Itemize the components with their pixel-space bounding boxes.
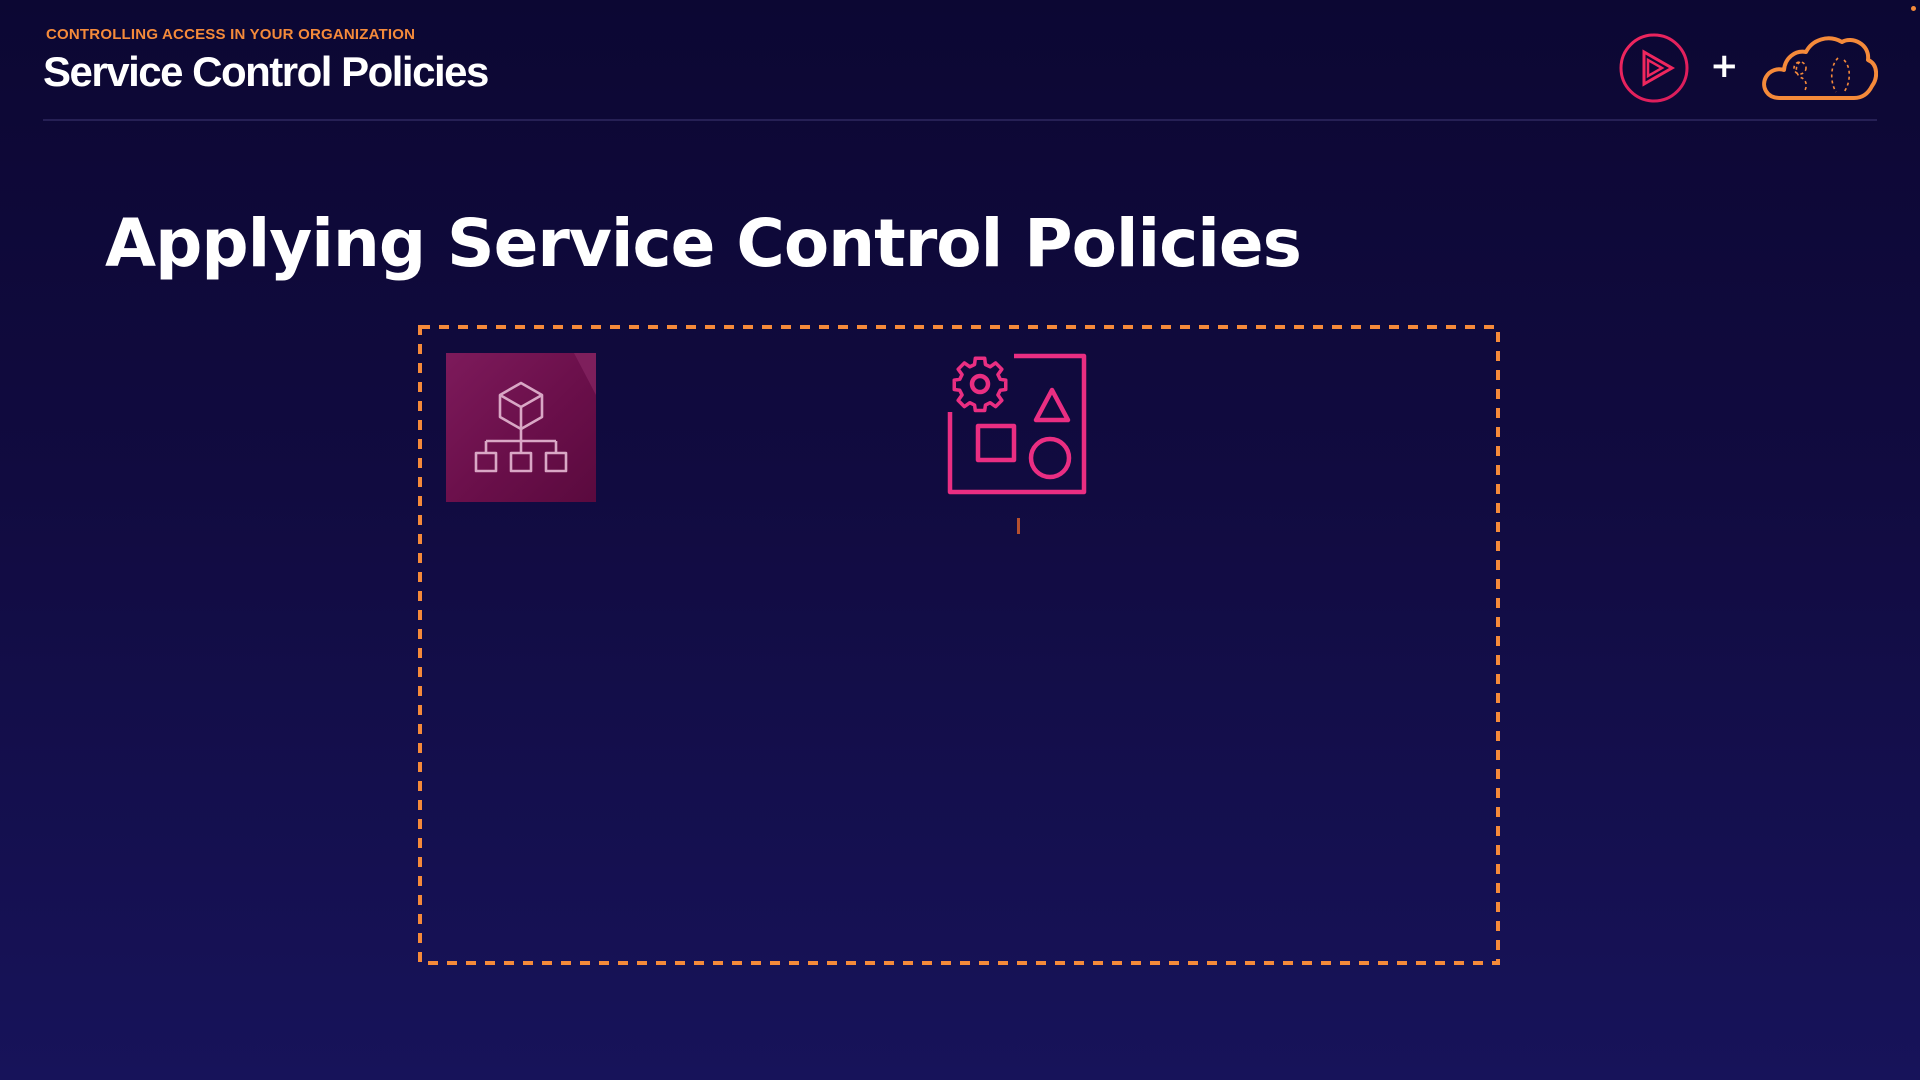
cloud-logo-icon: [1762, 36, 1878, 100]
slide-title: Applying Service Control Policies: [105, 205, 1302, 282]
plus-icon: +: [1710, 46, 1739, 86]
service-catalog-icon: [946, 352, 1094, 496]
pluralsight-play-icon: [1619, 33, 1689, 103]
header-title: Service Control Policies: [43, 48, 489, 95]
header-divider: [43, 119, 1877, 121]
header-kicker: CONTROLLING ACCESS IN YOUR ORGANIZATION: [46, 26, 416, 43]
aws-organizations-icon: [446, 353, 596, 502]
brand-logos: +: [1618, 30, 1878, 106]
text-cursor: [1017, 518, 1020, 534]
corner-dot: [1911, 6, 1916, 11]
